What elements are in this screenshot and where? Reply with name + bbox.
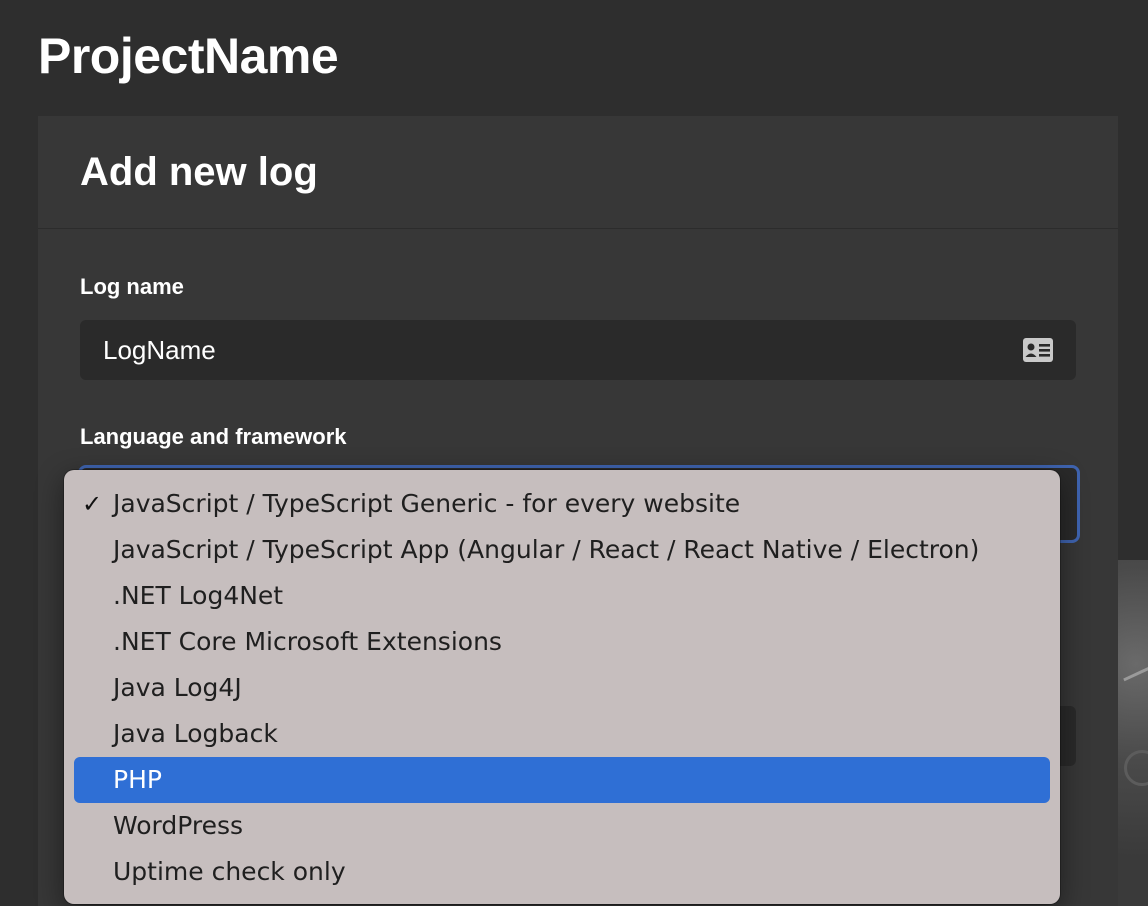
dropdown-option-label: PHP: [113, 765, 162, 794]
card-header: Add new log: [38, 116, 1118, 229]
log-name-input[interactable]: [103, 320, 1003, 380]
dropdown-option[interactable]: PHP: [74, 757, 1050, 803]
dropdown-option[interactable]: WordPress: [74, 803, 1050, 849]
language-dropdown-menu[interactable]: ✓ JavaScript / TypeScript Generic - for e…: [64, 470, 1060, 904]
dropdown-option[interactable]: Java Log4J: [74, 665, 1050, 711]
dropdown-option-label: JavaScript / TypeScript Generic - for ev…: [113, 489, 741, 518]
dropdown-option[interactable]: Java Logback: [74, 711, 1050, 757]
dropdown-option-label: .NET Log4Net: [113, 581, 284, 610]
dropdown-option-label: JavaScript / TypeScript App (Angular / R…: [113, 535, 980, 564]
dropdown-option[interactable]: .NET Log4Net: [74, 573, 1050, 619]
contact-card-icon[interactable]: [1022, 337, 1054, 363]
dropdown-option-label: WordPress: [113, 811, 244, 840]
dropdown-option[interactable]: Uptime check only: [74, 849, 1050, 895]
background-illustration: [1118, 560, 1148, 906]
dropdown-options: ✓ JavaScript / TypeScript Generic - for e…: [64, 470, 1060, 906]
dropdown-option[interactable]: .NET Core Microsoft Extensions: [74, 619, 1050, 665]
dropdown-option-label: Java Log4J: [113, 673, 242, 702]
project-title: ProjectName: [38, 28, 339, 84]
dropdown-option-label: Uptime check only: [113, 857, 346, 886]
dropdown-option[interactable]: ✓ JavaScript / TypeScript Generic - for e…: [74, 481, 1050, 527]
card-title: Add new log: [80, 150, 318, 194]
dropdown-option-label: Java Logback: [113, 719, 278, 748]
log-name-label: Log name: [80, 274, 184, 299]
checkmark-icon: ✓: [82, 490, 103, 518]
log-name-field[interactable]: [80, 320, 1076, 380]
language-framework-label: Language and framework: [80, 424, 347, 449]
dropdown-option-label: .NET Core Microsoft Extensions: [113, 627, 502, 656]
dropdown-option[interactable]: JavaScript / TypeScript App (Angular / R…: [74, 527, 1050, 573]
